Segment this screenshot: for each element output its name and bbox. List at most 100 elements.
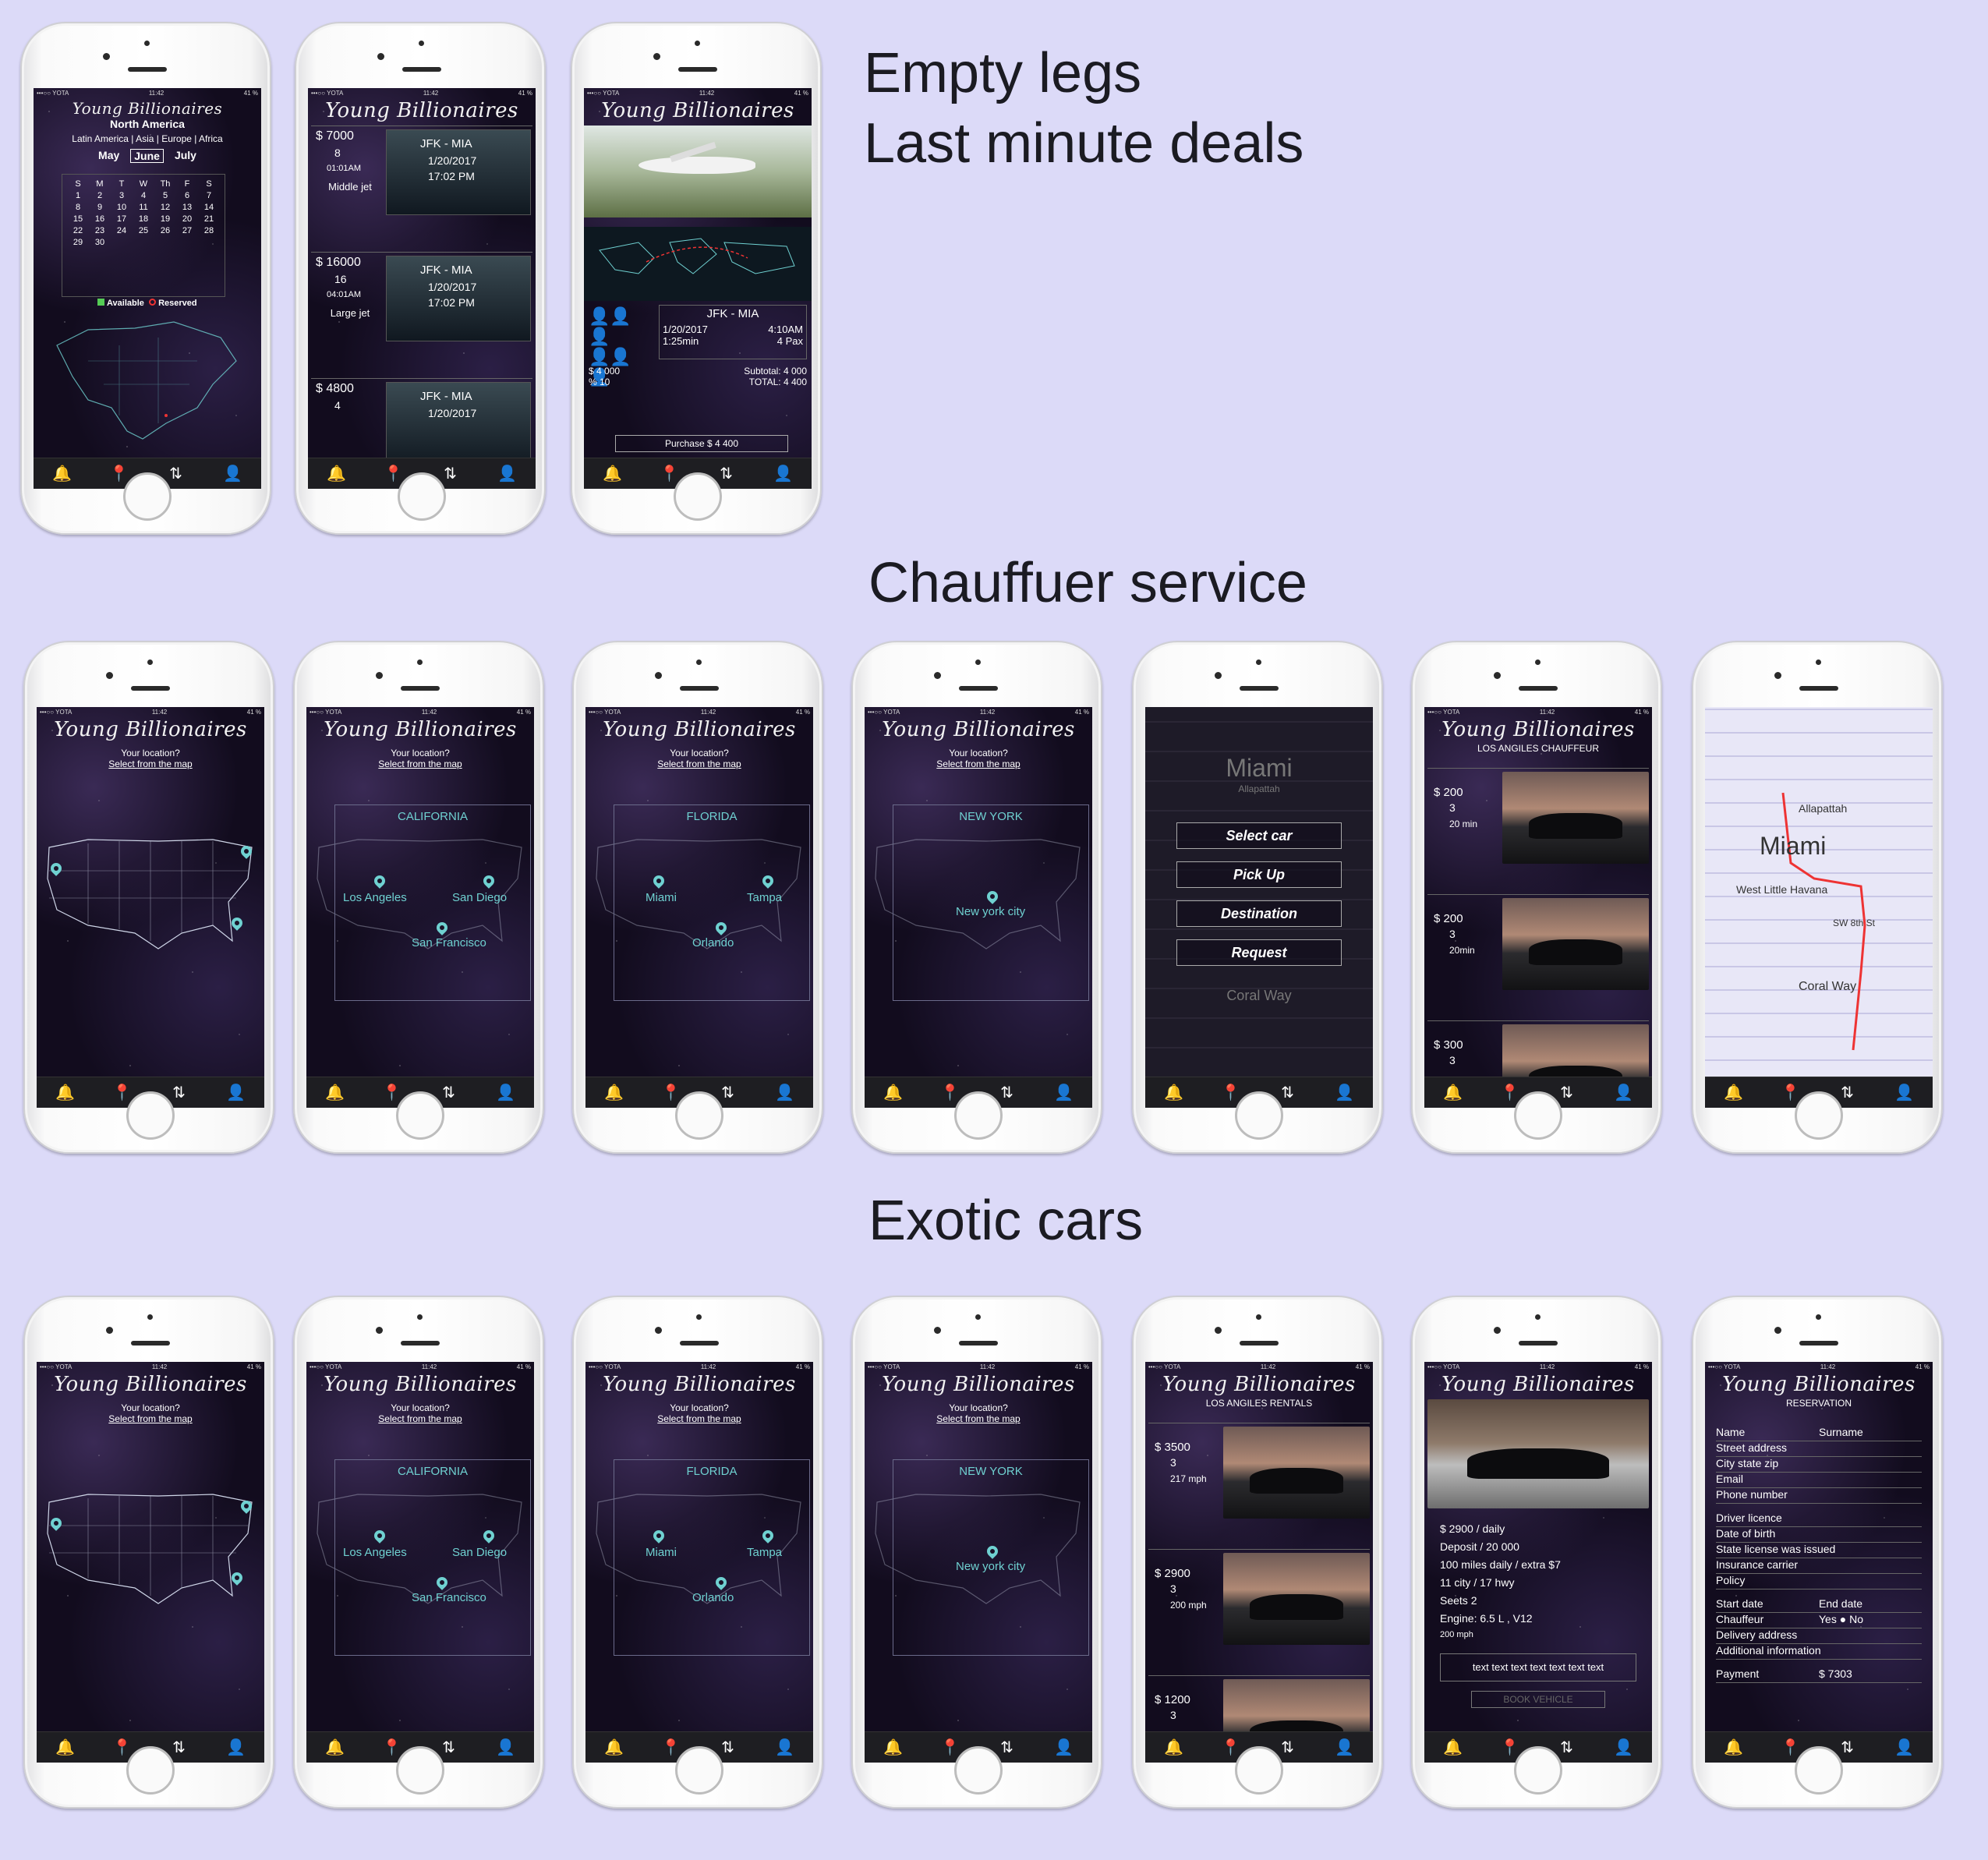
home-button[interactable] [1795, 1746, 1843, 1795]
pin-city[interactable] [713, 920, 729, 935]
form-field[interactable]: Payment $ 7303 [1716, 1667, 1922, 1683]
calendar-day[interactable]: 24 [111, 226, 133, 235]
pin-city[interactable] [434, 1575, 450, 1590]
exchange-arrows-icon[interactable]: ⇅ [715, 464, 738, 483]
form-field[interactable]: Insurance carrier [1716, 1558, 1922, 1574]
home-button[interactable] [126, 1091, 175, 1140]
month-june[interactable]: June [130, 149, 164, 163]
user-icon[interactable]: 👤 [1333, 1083, 1357, 1102]
form-field[interactable]: Start date End date [1716, 1597, 1922, 1613]
pin-city[interactable] [651, 873, 667, 889]
user-icon[interactable]: 👤 [1052, 1083, 1076, 1102]
location-pin-icon[interactable]: 📍 [111, 1083, 134, 1102]
list-item[interactable]: $ 3500 3 217 mph [1148, 1423, 1370, 1524]
location-hint[interactable]: Select from the map [306, 758, 534, 769]
exchange-arrows-icon[interactable]: ⇅ [996, 1738, 1019, 1757]
city-label[interactable]: Miami [646, 891, 677, 904]
location-hint[interactable]: Select from the map [865, 1413, 1092, 1424]
form-field[interactable]: Delivery address [1716, 1628, 1922, 1644]
form-field[interactable]: Street address [1716, 1441, 1922, 1457]
location-hint[interactable]: Select from the map [865, 758, 1092, 769]
car-photo[interactable] [1223, 1553, 1370, 1645]
calendar-day[interactable]: 4 [133, 191, 154, 200]
bell-icon[interactable]: 🔔 [603, 1738, 626, 1757]
location-pin-icon[interactable]: 📍 [1219, 1738, 1243, 1757]
pin-city[interactable] [985, 889, 1000, 904]
pin-city[interactable] [481, 873, 497, 889]
exchange-arrows-icon[interactable]: ⇅ [716, 1738, 740, 1757]
location-pin-icon[interactable]: 📍 [382, 464, 405, 483]
bell-icon[interactable]: 🔔 [325, 464, 348, 483]
user-icon[interactable]: 👤 [773, 1738, 797, 1757]
form-field[interactable]: Additional information [1716, 1644, 1922, 1660]
exchange-arrows-icon[interactable]: ⇅ [1836, 1083, 1859, 1102]
calendar-day[interactable]: 14 [198, 203, 220, 212]
city-label[interactable]: Tampa [747, 1546, 782, 1559]
location-pin-icon[interactable]: 📍 [111, 1738, 134, 1757]
user-icon[interactable]: 👤 [1333, 1738, 1357, 1757]
calendar-day[interactable]: 7 [198, 191, 220, 200]
calendar-day[interactable]: 23 [89, 226, 111, 235]
bell-icon[interactable]: 🔔 [1441, 1083, 1465, 1102]
calendar-day[interactable]: 8 [67, 203, 89, 212]
calendar-day[interactable]: 3 [111, 191, 133, 200]
exchange-arrows-icon[interactable]: ⇅ [1555, 1083, 1579, 1102]
region-title[interactable]: North America [34, 118, 261, 130]
city-label[interactable]: New york city [956, 905, 1025, 918]
pin-city[interactable] [372, 873, 387, 889]
exchange-arrows-icon[interactable]: ⇅ [439, 464, 462, 483]
location-pin-icon[interactable]: 📍 [108, 464, 131, 483]
location-pin-icon[interactable]: 📍 [660, 1738, 683, 1757]
north-america-map[interactable] [41, 314, 253, 447]
menu-button[interactable]: Pick Up [1176, 861, 1342, 888]
location-pin-icon[interactable]: 📍 [658, 464, 681, 483]
calendar-day[interactable]: 28 [198, 226, 220, 235]
location-pin-icon[interactable]: 📍 [939, 1083, 962, 1102]
calendar-day[interactable]: 26 [154, 226, 176, 235]
pin-city[interactable] [372, 1528, 387, 1544]
car-photo[interactable] [1502, 772, 1649, 864]
user-icon[interactable]: 👤 [225, 1738, 248, 1757]
home-button[interactable] [396, 1091, 444, 1140]
calendar-day[interactable]: 16 [89, 214, 111, 224]
car-photo[interactable] [1223, 1427, 1370, 1519]
exchange-arrows-icon[interactable]: ⇅ [164, 464, 188, 483]
calendar-day[interactable]: 1 [67, 191, 89, 200]
bell-icon[interactable]: 🔔 [324, 1083, 347, 1102]
form-field[interactable]: Chauffeur Yes ● No [1716, 1613, 1922, 1628]
exchange-arrows-icon[interactable]: ⇅ [1836, 1738, 1859, 1757]
calendar-day[interactable]: 10 [111, 203, 133, 212]
city-label[interactable]: Orlando [692, 1591, 734, 1604]
calendar-day[interactable]: 25 [133, 226, 154, 235]
calendar-day[interactable]: 21 [198, 214, 220, 224]
form-field[interactable]: Email [1716, 1473, 1922, 1488]
city-label[interactable]: San Diego [452, 1546, 507, 1559]
pin-city[interactable] [985, 1544, 1000, 1559]
calendar-day[interactable]: 2 [89, 191, 111, 200]
exchange-arrows-icon[interactable]: ⇅ [996, 1083, 1019, 1102]
bell-icon[interactable]: 🔔 [1722, 1083, 1746, 1102]
home-button[interactable] [1235, 1091, 1283, 1140]
user-icon[interactable]: 👤 [773, 1083, 797, 1102]
region-tabs[interactable]: Latin America | Asia | Europe | Africa [34, 133, 261, 144]
home-button[interactable] [123, 472, 172, 521]
form-field[interactable]: Phone number [1716, 1488, 1922, 1504]
home-button[interactable] [1514, 1091, 1562, 1140]
list-item[interactable]: $ 2900 3 200 mph [1148, 1549, 1370, 1650]
location-pin-icon[interactable]: 📍 [939, 1738, 962, 1757]
bell-icon[interactable]: 🔔 [54, 1083, 77, 1102]
location-hint[interactable]: Select from the map [37, 1413, 264, 1424]
form-field[interactable]: Name Surname [1716, 1426, 1922, 1441]
location-pin-icon[interactable]: 📍 [1498, 1083, 1522, 1102]
form-field[interactable]: State license was issued [1716, 1543, 1922, 1558]
pin-city[interactable] [481, 1528, 497, 1544]
pin-city[interactable] [713, 1575, 729, 1590]
car-photo[interactable] [1502, 898, 1649, 990]
bell-icon[interactable]: 🔔 [601, 464, 624, 483]
location-pin-icon[interactable]: 📍 [380, 1083, 404, 1102]
calendar-day[interactable]: 17 [111, 214, 133, 224]
city-label[interactable]: San Francisco [412, 1591, 486, 1604]
city-label[interactable]: New york city [956, 1560, 1025, 1573]
usa-map[interactable] [41, 824, 260, 957]
menu-button[interactable]: Destination [1176, 900, 1342, 927]
